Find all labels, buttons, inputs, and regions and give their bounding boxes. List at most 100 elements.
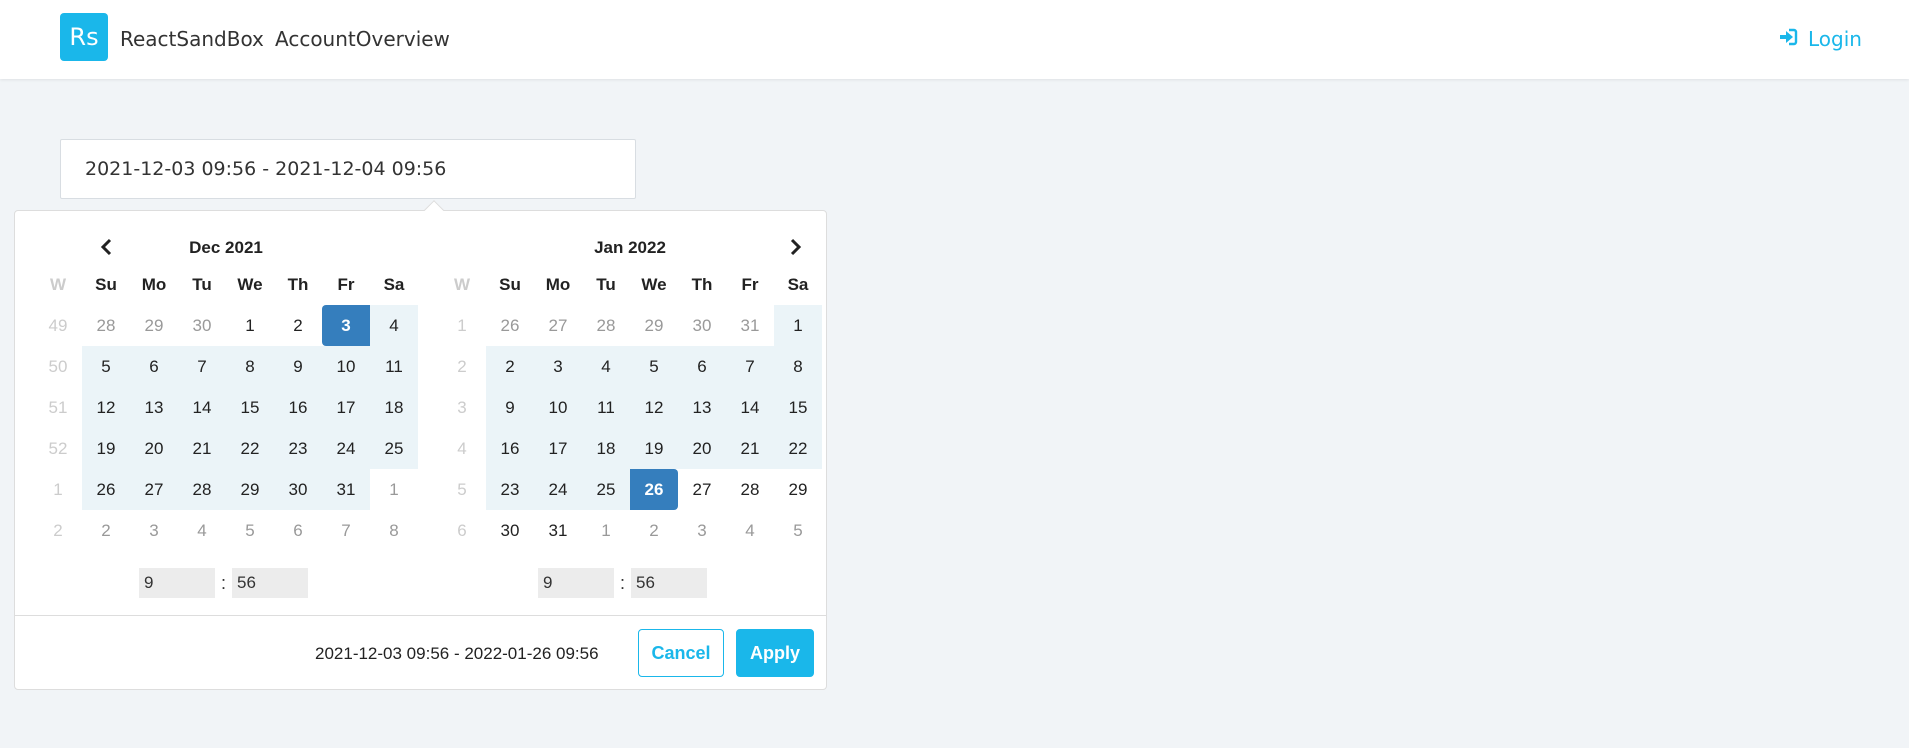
date-range-input[interactable]: 2021-12-03 09:56 - 2021-12-04 09:56 (60, 139, 636, 199)
day-cell[interactable]: 6 (274, 510, 322, 551)
day-cell[interactable]: 15 (226, 387, 274, 428)
day-cell[interactable]: 14 (726, 387, 774, 428)
day-cell[interactable]: 11 (582, 387, 630, 428)
day-cell[interactable]: 3 (130, 510, 178, 551)
day-cell[interactable]: 6 (130, 346, 178, 387)
minute-input-left[interactable] (232, 568, 309, 598)
day-cell[interactable]: 24 (534, 469, 582, 510)
day-cell[interactable]: 28 (582, 305, 630, 346)
day-cell[interactable]: 30 (274, 469, 322, 510)
brand-name[interactable]: ReactSandBox (120, 27, 264, 51)
brand-logo[interactable]: Rs (60, 13, 108, 61)
day-cell[interactable]: 1 (226, 305, 274, 346)
day-cell[interactable]: 23 (274, 428, 322, 469)
day-cell[interactable]: 2 (486, 346, 534, 387)
day-cell[interactable]: 15 (774, 387, 822, 428)
day-cell[interactable]: 24 (322, 428, 370, 469)
day-cell[interactable]: 13 (130, 387, 178, 428)
day-cell[interactable]: 23 (486, 469, 534, 510)
login-link[interactable]: Login (1778, 26, 1862, 52)
day-cell[interactable]: 31 (322, 469, 370, 510)
day-cell[interactable]: 21 (178, 428, 226, 469)
day-cell[interactable]: 16 (486, 428, 534, 469)
day-cell[interactable]: 2 (82, 510, 130, 551)
day-cell[interactable]: 3 (322, 305, 370, 346)
weekday-header: Sa (383, 275, 405, 294)
hour-input-right[interactable] (538, 568, 614, 598)
day-cell[interactable]: 28 (726, 469, 774, 510)
day-cell[interactable]: 7 (178, 346, 226, 387)
day-cell[interactable]: 20 (130, 428, 178, 469)
hour-input-left[interactable] (139, 568, 215, 598)
day-cell[interactable]: 4 (582, 346, 630, 387)
day-cell[interactable]: 1 (774, 305, 822, 346)
day-cell[interactable]: 10 (534, 387, 582, 428)
day-cell[interactable]: 26 (486, 305, 534, 346)
day-cell[interactable]: 5 (630, 346, 678, 387)
day-cell[interactable]: 6 (678, 346, 726, 387)
week-row: 22345678 (438, 346, 822, 387)
day-cell[interactable]: 3 (534, 346, 582, 387)
day-cell[interactable]: 27 (534, 305, 582, 346)
day-cell[interactable]: 21 (726, 428, 774, 469)
day-cell[interactable]: 4 (726, 510, 774, 551)
day-cell[interactable]: 9 (274, 346, 322, 387)
day-cell[interactable]: 25 (370, 428, 418, 469)
day-cell[interactable]: 2 (274, 305, 322, 346)
day-cell[interactable]: 7 (726, 346, 774, 387)
day-cell[interactable]: 8 (774, 346, 822, 387)
day-cell[interactable]: 2 (630, 510, 678, 551)
day-cell[interactable]: 18 (582, 428, 630, 469)
day-cell[interactable]: 8 (370, 510, 418, 551)
day-cell[interactable]: 29 (226, 469, 274, 510)
day-cell[interactable]: 29 (774, 469, 822, 510)
day-cell[interactable]: 12 (630, 387, 678, 428)
day-cell[interactable]: 10 (322, 346, 370, 387)
day-cell[interactable]: 13 (678, 387, 726, 428)
day-cell[interactable]: 16 (274, 387, 322, 428)
day-cell[interactable]: 4 (370, 305, 418, 346)
day-cell[interactable]: 18 (370, 387, 418, 428)
cancel-button[interactable]: Cancel (638, 629, 724, 677)
day-cell[interactable]: 22 (226, 428, 274, 469)
day-cell[interactable]: 29 (630, 305, 678, 346)
day-cell[interactable]: 17 (322, 387, 370, 428)
day-cell[interactable]: 30 (486, 510, 534, 551)
day-cell[interactable]: 20 (678, 428, 726, 469)
day-cell[interactable]: 3 (678, 510, 726, 551)
day-cell[interactable]: 8 (226, 346, 274, 387)
day-cell[interactable]: 29 (130, 305, 178, 346)
day-cell[interactable]: 1 (370, 469, 418, 510)
day-cell[interactable]: 28 (178, 469, 226, 510)
day-cell[interactable]: 30 (678, 305, 726, 346)
day-cell[interactable]: 31 (534, 510, 582, 551)
day-cell[interactable]: 4 (178, 510, 226, 551)
day-cell[interactable]: 17 (534, 428, 582, 469)
day-cell[interactable]: 12 (82, 387, 130, 428)
day-cell[interactable]: 26 (82, 469, 130, 510)
day-cell[interactable]: 19 (630, 428, 678, 469)
day-cell[interactable]: 28 (82, 305, 130, 346)
calendar-left-grid: W Su Mo Tu We Th Fr Sa 49 28 29 30 1 2 3 4 50 5 6 7 8 9 10 11 5… (34, 265, 418, 551)
sign-in-icon (1778, 27, 1798, 52)
chevron-right-icon[interactable] (784, 235, 808, 259)
day-cell[interactable]: 1 (582, 510, 630, 551)
nav-link-account-overview[interactable]: AccountOverview (275, 27, 450, 51)
minute-input-right[interactable] (631, 568, 708, 598)
day-cell[interactable]: 26 (630, 469, 678, 510)
day-cell[interactable]: 5 (226, 510, 274, 551)
day-cell[interactable]: 11 (370, 346, 418, 387)
day-cell[interactable]: 30 (178, 305, 226, 346)
day-cell[interactable]: 27 (130, 469, 178, 510)
day-cell[interactable]: 31 (726, 305, 774, 346)
day-cell[interactable]: 27 (678, 469, 726, 510)
day-cell[interactable]: 25 (582, 469, 630, 510)
day-cell[interactable]: 9 (486, 387, 534, 428)
day-cell[interactable]: 7 (322, 510, 370, 551)
day-cell[interactable]: 19 (82, 428, 130, 469)
day-cell[interactable]: 5 (82, 346, 130, 387)
day-cell[interactable]: 14 (178, 387, 226, 428)
day-cell[interactable]: 5 (774, 510, 822, 551)
apply-button[interactable]: Apply (736, 629, 814, 677)
day-cell[interactable]: 22 (774, 428, 822, 469)
